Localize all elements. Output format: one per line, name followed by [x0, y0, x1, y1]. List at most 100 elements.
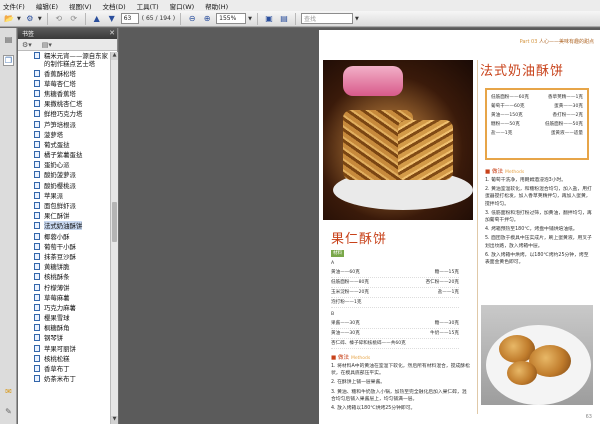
ingredient-row: 玉米淀粉——20克 盐——1克 [331, 288, 459, 298]
expand-icon[interactable]: ▤▾ [42, 41, 52, 49]
recipe-step: 1. 葡萄干洗净，用朗姆酒浸泡3小时。 [485, 178, 567, 183]
bookmark-panel: 书签 ✕ ⚙▾ ▤▾ 糯米元宵——源自东家的制作糕点艺士塔 香蕉酥松塔 草莓杏仁塔焦… [18, 28, 118, 424]
options-icon[interactable]: ⚙▾ [22, 41, 32, 49]
bookmark-item[interactable]: 苹果可丽饼 [18, 343, 110, 353]
menu-tools[interactable]: 工具(T) [137, 1, 159, 11]
bookmark-page-icon [34, 314, 40, 322]
bookmark-page-icon [34, 110, 40, 118]
bookmark-item[interactable]: 柠檬薄饼 [18, 282, 110, 292]
forward-icon[interactable]: ⟳ [68, 13, 80, 25]
bookmark-item[interactable]: 果撒桃杏仁塔 [18, 99, 110, 109]
zoom-out-icon[interactable]: ⊖ [186, 13, 198, 25]
pages-icon[interactable]: ▤ [3, 34, 14, 45]
nut-cake-shape [398, 120, 453, 180]
scroll-down-icon[interactable]: ▼ [111, 416, 118, 424]
chevron-down-icon[interactable]: ▼ [38, 16, 42, 22]
ingredient-cell: 盐——1克 [437, 290, 459, 295]
bookmark-item[interactable]: 草莓杏仁塔 [18, 78, 110, 88]
fit-page-icon[interactable]: ▣ [263, 13, 275, 25]
bookmark-item[interactable]: 面包鲜虾派 [18, 200, 110, 210]
group-label: B [331, 312, 335, 317]
bookmark-item[interactable]: 椰蓉小酥 [18, 231, 110, 241]
bookmark-label: 巧克力麻薯 [44, 303, 76, 312]
zoom-input[interactable]: 155% [216, 13, 247, 24]
chevron-down-icon[interactable]: ▼ [248, 16, 252, 22]
bookmarks-icon[interactable]: ❐ [3, 55, 14, 66]
search-input[interactable]: 查找 [301, 13, 353, 24]
open-icon[interactable]: 📂 [3, 13, 15, 25]
ingredient-cell: 盐——1克 [491, 131, 513, 136]
bookmark-item[interactable]: 香草布丁 [18, 363, 110, 373]
toolbar-separator [295, 12, 296, 25]
bookmark-item[interactable]: 酸奶樱桃派 [18, 180, 110, 190]
menu-help[interactable]: 帮助(H) [205, 1, 228, 11]
bookmark-label: 葡萄干小酥 [44, 242, 76, 251]
bookmark-item[interactable]: 酸奶菠萝派 [18, 170, 110, 180]
bookmark-item[interactable]: 草莓麻薯 [18, 292, 110, 302]
bookmark-list: 糯米元宵——源自东家的制作糕点艺士塔 香蕉酥松塔 草莓杏仁塔 焦糖香蕉塔 果撒桃杏仁塔鲜… [18, 52, 110, 424]
comments-icon[interactable]: ✉ [3, 386, 14, 397]
bookmark-item[interactable]: 苹果派 [18, 190, 110, 200]
recipe-step: 3. 低筋面粉和泡打粉过筛，加黄油，翻拌均匀，再加葡萄干拌匀。 [485, 210, 592, 224]
bookmark-label: 焦糖香蕉塔 [44, 89, 76, 98]
bookmark-item[interactable]: 蛋奶心派 [18, 160, 110, 170]
chevron-down-icon[interactable]: ▼ [17, 16, 21, 22]
ingredient-cell: 糖——30克 [434, 321, 459, 326]
menu-file[interactable]: 文件(F) [3, 1, 25, 11]
bookmark-item[interactable]: 焦糖香蕉塔 [18, 88, 110, 98]
page-number-input[interactable]: 63 [120, 13, 139, 24]
bookmark-item[interactable]: 钢琴饼 [18, 333, 110, 343]
ingredient-cell: 糖粉——50克 [491, 122, 520, 127]
bookmark-item[interactable]: 葡萄干小酥 [18, 241, 110, 251]
menu-bar: 文件(F) 编辑(E) 视图(V) 文档(D) 工具(T) 窗口(W) 帮助(H… [0, 0, 600, 11]
back-icon[interactable]: ⟲ [53, 13, 65, 25]
menu-document[interactable]: 文档(D) [103, 1, 126, 11]
ingredient-cell: 玉米淀粉——20克 [331, 290, 370, 295]
scroll-up-icon[interactable]: ▲ [111, 52, 118, 60]
bookmark-page-icon [34, 365, 40, 373]
recipe-step: 4. 烤箱预热至180℃，烤盘中铺烘焙油纸。 [485, 227, 578, 233]
bookmark-item[interactable]: 法式奶油酥饼 [18, 221, 110, 231]
teacup-shape [343, 66, 403, 96]
bookmark-item[interactable]: 抹茶豆沙酥 [18, 251, 110, 261]
bookmark-item[interactable]: 樱果雪球 [18, 313, 110, 323]
create-pdf-icon[interactable]: ⚙ [24, 13, 36, 25]
bookmark-item[interactable]: 糯米元宵——源自东家的制作糕点艺士塔 [18, 52, 110, 68]
menu-edit[interactable]: 编辑(E) [36, 1, 58, 11]
bookmark-item[interactable]: 芦笋培根派 [18, 119, 110, 129]
bookmark-item[interactable]: 葡式蛋挞 [18, 139, 110, 149]
recipe-step: 1. 将材料A中的黄油在室温下软化，然后所有材料混合，搅成酥松状，在模具底部压平… [331, 364, 470, 377]
bookmark-item[interactable]: 巧克力麻薯 [18, 302, 110, 312]
close-icon[interactable]: ✕ [109, 29, 115, 37]
fit-width-icon[interactable]: ▤ [278, 13, 290, 25]
bookmark-item[interactable]: 奶茶米布丁 [18, 374, 110, 384]
chevron-down-icon[interactable]: ▼ [355, 16, 359, 22]
bookmark-item[interactable]: 菠萝塔 [18, 129, 110, 139]
bookmark-page-icon [34, 263, 40, 271]
menu-view[interactable]: 视图(V) [69, 1, 92, 11]
bookmark-item[interactable]: 枫糖酥角 [18, 323, 110, 333]
bookmark-label: 果仁酥饼 [44, 212, 70, 221]
bookmark-item[interactable]: 核桃酥条 [18, 272, 110, 282]
bookmark-item[interactable]: 果仁酥饼 [18, 211, 110, 221]
bookmark-scrollbar[interactable]: ▲ ▼ [110, 52, 118, 424]
pastry-photo [323, 60, 473, 220]
bookmark-label: 芦笋培根派 [44, 120, 76, 129]
previous-page-icon[interactable]: ▲ [91, 13, 103, 25]
bookmark-item[interactable]: 橘子紫薯蛋挞 [18, 150, 110, 160]
scrollbar-thumb[interactable] [112, 202, 117, 242]
ingredient-cell: 低筋面粉——80克 [331, 280, 370, 285]
bookmark-item[interactable]: 黄糖饼脆 [18, 262, 110, 272]
attachment-icon[interactable]: ✎ [3, 406, 14, 417]
menu-window[interactable]: 窗口(W) [170, 1, 195, 11]
ingredients-left: A 黄油——60克 糖——15克 低筋面粉——80克 杏仁粉——20克 玉米淀粉——20克… [331, 260, 459, 349]
bookmark-item[interactable]: 核桃松糕 [18, 353, 110, 363]
bookmark-item[interactable]: 鲜橙巧克力塔 [18, 109, 110, 119]
steps-left: 1. 将材料A中的黄油在室温下软化，然后所有材料混合，搅成酥松状，在模具底部压平… [331, 363, 471, 414]
material-label: 材料 [331, 250, 344, 257]
method-heading-left: ■ 做法 Methods [331, 355, 371, 361]
zoom-in-icon[interactable]: ⊕ [201, 13, 213, 25]
bookmark-page-icon [34, 89, 40, 97]
bookmark-item[interactable]: 香蕉酥松塔 [18, 68, 110, 78]
next-page-icon[interactable]: ▼ [106, 13, 118, 25]
